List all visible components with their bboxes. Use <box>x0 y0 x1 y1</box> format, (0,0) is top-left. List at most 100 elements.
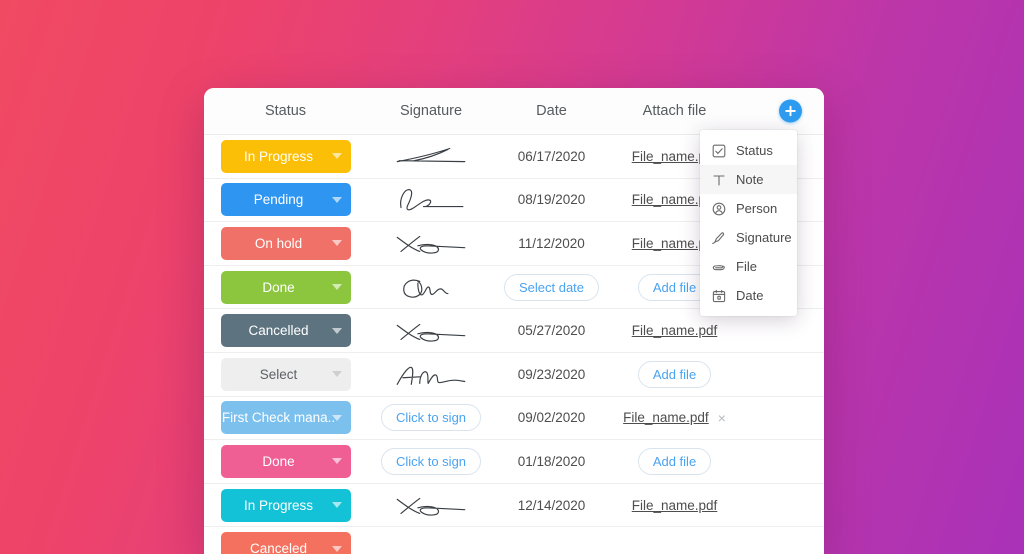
menu-item-note[interactable]: Note <box>700 165 797 194</box>
cell-signature <box>367 353 495 396</box>
date-value[interactable]: 09/02/2020 <box>518 410 586 425</box>
status-dropdown[interactable]: In Progress <box>220 488 351 522</box>
signature-mark[interactable] <box>389 490 473 520</box>
status-dropdown[interactable]: Done <box>220 444 351 478</box>
status-dropdown[interactable]: Select <box>220 357 351 391</box>
status-label: Select <box>259 366 298 382</box>
cell-date: 05/27/2020 <box>495 309 608 352</box>
remove-file-icon[interactable]: × <box>718 411 726 425</box>
status-dropdown[interactable]: Done <box>220 270 351 304</box>
cell-signature <box>367 179 495 222</box>
status-label: Cancelled <box>248 323 309 339</box>
text-icon <box>711 172 727 188</box>
signature-mark[interactable] <box>389 185 473 215</box>
menu-item-label: Status <box>736 143 773 158</box>
person-circle-icon <box>711 201 727 217</box>
menu-item-file[interactable]: File <box>700 252 797 281</box>
menu-item-label: Note <box>736 172 764 187</box>
status-label: In Progress <box>243 148 314 164</box>
cell-date: 09/23/2020 <box>495 353 608 396</box>
cell-spacer <box>741 440 824 483</box>
cell-date <box>495 527 608 554</box>
menu-item-date[interactable]: Date <box>700 281 797 310</box>
cell-status: In Progress <box>204 484 367 527</box>
date-value[interactable]: 05/27/2020 <box>518 323 586 338</box>
date-value[interactable]: 12/14/2020 <box>518 498 586 513</box>
chevron-down-icon <box>331 371 342 378</box>
cell-signature: Click to sign <box>367 397 495 440</box>
chevron-down-icon <box>331 545 342 552</box>
cell-file: File_name.pdf × <box>608 397 741 440</box>
cell-signature <box>367 266 495 309</box>
date-value[interactable]: 11/12/2020 <box>518 236 585 251</box>
cell-status: Cancelled <box>204 309 367 352</box>
status-label: Done <box>262 453 295 469</box>
pen-icon <box>711 230 727 246</box>
add-column-menu[interactable]: Status Note Person Signature File Date <box>700 130 797 316</box>
status-label: Done <box>262 279 295 295</box>
chevron-down-icon <box>331 240 342 247</box>
chevron-down-icon <box>331 414 342 421</box>
status-dropdown[interactable]: Pending <box>220 183 351 217</box>
cell-signature <box>367 527 495 554</box>
cell-signature <box>367 135 495 178</box>
cell-date: Select date <box>495 266 608 309</box>
signature-mark[interactable] <box>389 141 473 171</box>
menu-item-label: File <box>736 259 757 274</box>
chevron-down-icon <box>331 502 342 509</box>
cell-signature <box>367 309 495 352</box>
cell-date: 08/19/2020 <box>495 179 608 222</box>
column-header-file[interactable]: Attach file <box>608 103 741 119</box>
cell-spacer <box>741 397 824 440</box>
cell-date: 09/02/2020 <box>495 397 608 440</box>
date-value[interactable]: 08/19/2020 <box>518 192 586 207</box>
cell-spacer <box>741 527 824 554</box>
table-row: Select 09/23/2020 Add file <box>204 352 824 397</box>
cell-file <box>608 527 741 554</box>
status-dropdown[interactable]: Canceled <box>220 532 351 554</box>
cell-signature <box>367 222 495 265</box>
select-date-button[interactable]: Select date <box>503 273 600 301</box>
chevron-down-icon <box>331 327 342 334</box>
cell-status: In Progress <box>204 135 367 178</box>
signature-mark[interactable] <box>389 272 473 302</box>
cell-date: 01/18/2020 <box>495 440 608 483</box>
signature-mark[interactable] <box>389 228 473 258</box>
status-dropdown[interactable]: First Check mana.. <box>220 401 351 435</box>
cell-date: 12/14/2020 <box>495 484 608 527</box>
signature-mark[interactable] <box>389 316 473 346</box>
click-to-sign-button[interactable]: Click to sign <box>380 447 482 475</box>
cell-file: Add file <box>608 353 741 396</box>
file-link[interactable]: File_name.pdf <box>623 410 709 425</box>
add-file-button[interactable]: Add file <box>637 360 712 388</box>
file-link[interactable]: File_name.pdf <box>632 323 718 338</box>
date-value[interactable]: 01/18/2020 <box>518 454 586 469</box>
date-value[interactable]: 09/23/2020 <box>518 367 586 382</box>
menu-item-signature[interactable]: Signature <box>700 223 797 252</box>
menu-item-status[interactable]: Status <box>700 136 797 165</box>
chevron-down-icon <box>331 458 342 465</box>
add-file-button[interactable]: Add file <box>637 447 712 475</box>
status-dropdown[interactable]: On hold <box>220 226 351 260</box>
cell-status: On hold <box>204 222 367 265</box>
add-column-button[interactable] <box>779 99 802 123</box>
cell-signature: Click to sign <box>367 440 495 483</box>
column-header-date[interactable]: Date <box>495 103 608 119</box>
cell-status: Pending <box>204 179 367 222</box>
menu-item-label: Signature <box>736 230 792 245</box>
menu-item-person[interactable]: Person <box>700 194 797 223</box>
table-row: First Check mana.. Click to sign 09/02/202… <box>204 396 824 441</box>
status-dropdown[interactable]: In Progress <box>220 139 351 173</box>
menu-item-label: Date <box>736 288 764 303</box>
status-label: In Progress <box>243 497 314 513</box>
status-label: Pending <box>253 192 304 208</box>
column-header-signature[interactable]: Signature <box>367 103 495 119</box>
date-value[interactable]: 06/17/2020 <box>518 149 586 164</box>
cell-spacer <box>741 353 824 396</box>
signature-mark[interactable] <box>389 359 473 389</box>
status-dropdown[interactable]: Cancelled <box>220 314 351 348</box>
cell-date: 11/12/2020 <box>495 222 608 265</box>
column-header-status[interactable]: Status <box>204 103 367 119</box>
click-to-sign-button[interactable]: Click to sign <box>380 404 482 432</box>
file-link[interactable]: File_name.pdf <box>632 498 718 513</box>
